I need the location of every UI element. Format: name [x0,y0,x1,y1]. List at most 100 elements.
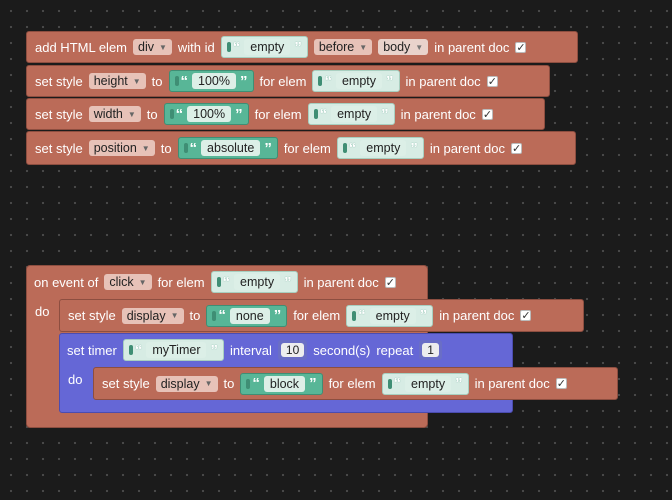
checkmark-icon[interactable] [486,75,498,87]
triangle-down-icon: ▼ [141,143,150,153]
set-style-label: set style [68,308,116,323]
in-parent-doc-label: in parent doc [434,39,510,55]
quote-open-icon: “ [175,105,184,123]
triangle-down-icon: ▼ [132,76,141,86]
connector-nub [128,345,133,355]
checkmark-icon[interactable] [511,142,522,154]
value-field[interactable]: none [229,307,270,324]
timer-name-block[interactable]: “myTimer” [122,339,224,361]
for-elem-label: for elem [328,376,376,391]
quote-open-icon: “ [222,273,231,291]
interval-number-block[interactable]: 10 [277,340,308,360]
quote-close-icon: ” [381,105,389,123]
style-property-dropdown[interactable]: display ▼ [155,375,218,392]
style-property-dropdown[interactable]: height ▼ [88,73,146,89]
in-parent-doc-label: in parent doc [474,376,550,391]
value-string-block[interactable]: “none” [206,304,288,327]
elem-string-block[interactable]: “empty” [307,103,395,125]
timer-name-field[interactable]: myTimer [146,342,207,358]
value-field[interactable]: absolute [201,140,261,156]
triangle-down-icon: ▼ [127,109,136,119]
elem-field[interactable]: empty [369,307,416,324]
seconds-label: second(s) [313,342,371,358]
triangle-down-icon: ▼ [170,311,179,320]
event-header[interactable]: on event of click ▼ for elem “empty” in p… [26,266,427,298]
quote-open-icon: “ [324,72,332,90]
id-string-block[interactable]: “empty” [220,36,308,58]
elem-type-dropdown[interactable]: div ▼ [133,39,172,55]
checkmark-icon[interactable] [515,41,527,53]
connector-nub [169,109,174,119]
add-html-elem-label: add HTML elem [35,39,127,55]
triangle-down-icon: ▼ [138,277,147,287]
triangle-down-icon: ▼ [158,42,167,52]
id-value-field[interactable]: empty [244,39,291,55]
elem-field[interactable]: empty [360,140,407,156]
quote-close-icon: ” [240,72,248,90]
for-elem-label: for elem [254,106,302,122]
quote-close-icon: ” [419,307,428,324]
set-timer-header[interactable]: set timer “myTimer” interval 10 second(s… [59,335,513,365]
to-label: to [223,376,235,391]
value-field[interactable]: 100% [187,106,232,122]
quote-close-icon: ” [309,375,317,392]
value-string-block[interactable]: “100%” [168,70,254,92]
checkmark-icon[interactable] [481,108,493,120]
quote-close-icon: ” [264,139,272,157]
value-string-block[interactable]: “absolute” [177,137,278,159]
set-timer-label: set timer [67,342,117,358]
style-property-dropdown[interactable]: position ▼ [88,140,155,156]
quote-close-icon: ” [235,105,243,123]
event-dropdown[interactable]: click ▼ [104,274,152,290]
quote-open-icon: “ [218,307,226,324]
elem-string-block[interactable]: “empty” [381,372,469,395]
to-label: to [189,308,201,323]
checkmark-icon[interactable] [384,276,396,288]
elem-string-block[interactable]: “empty” [346,304,434,327]
set-style-label: set style [35,140,83,156]
for-elem-label: for elem [259,73,307,89]
set-style-display-none-block[interactable]: set style display ▼ to “none” for elem “e… [59,299,584,332]
to-label: to [146,106,158,122]
repeat-field[interactable]: 1 [422,343,439,357]
elem-field[interactable]: empty [234,274,281,290]
in-parent-doc-label: in parent doc [405,73,481,89]
set-style-label: set style [35,106,83,122]
target-dropdown[interactable]: body ▼ [378,39,429,55]
style-property-dropdown[interactable]: width ▼ [88,106,141,122]
elem-field[interactable]: empty [405,375,452,392]
connector-nub [318,76,323,86]
position-dropdown[interactable]: before ▼ [313,39,373,55]
set-style-position-block[interactable]: set style position ▼ to “absolute” for el… [26,131,576,165]
interval-field[interactable]: 10 [280,343,305,357]
in-parent-doc-label: in parent doc [429,140,505,156]
checkmark-icon[interactable] [520,310,532,321]
checkmark-icon[interactable] [555,378,567,389]
quote-open-icon: “ [393,375,402,392]
triangle-down-icon: ▼ [204,379,213,388]
quote-open-icon: “ [348,139,357,157]
elem-string-block[interactable]: “empty” [312,70,400,92]
quote-open-icon: “ [180,72,189,90]
elem-string-block[interactable]: “empty” [336,137,424,159]
set-style-label: set style [35,73,83,89]
set-style-display-block-block[interactable]: set style display ▼ to “block” for elem “… [93,367,618,400]
elem-field[interactable]: empty [331,106,378,122]
style-property-dropdown[interactable]: display ▼ [121,307,184,324]
repeat-number-block[interactable]: 1 [419,340,442,360]
value-field[interactable]: 100% [192,73,236,89]
set-style-height-block[interactable]: set style height ▼ to “100%” for elem “em… [26,65,550,97]
elem-field[interactable]: empty [335,73,383,89]
connector-nub [246,378,251,389]
connector-nub [313,109,318,119]
to-label: to [151,73,163,89]
set-style-width-block[interactable]: set style width ▼ to “100%” for elem “emp… [26,98,545,130]
value-field[interactable]: block [263,375,306,392]
connector-nub [216,277,221,287]
elem-string-block[interactable]: “empty” [210,271,298,293]
add-html-elem-block[interactable]: add HTML elem div ▼ with id “empty” befor… [26,31,578,63]
value-string-block[interactable]: “block” [240,372,323,395]
timer-do-label: do [68,372,83,387]
connector-nub [183,143,188,153]
value-string-block[interactable]: “100%” [163,103,249,125]
